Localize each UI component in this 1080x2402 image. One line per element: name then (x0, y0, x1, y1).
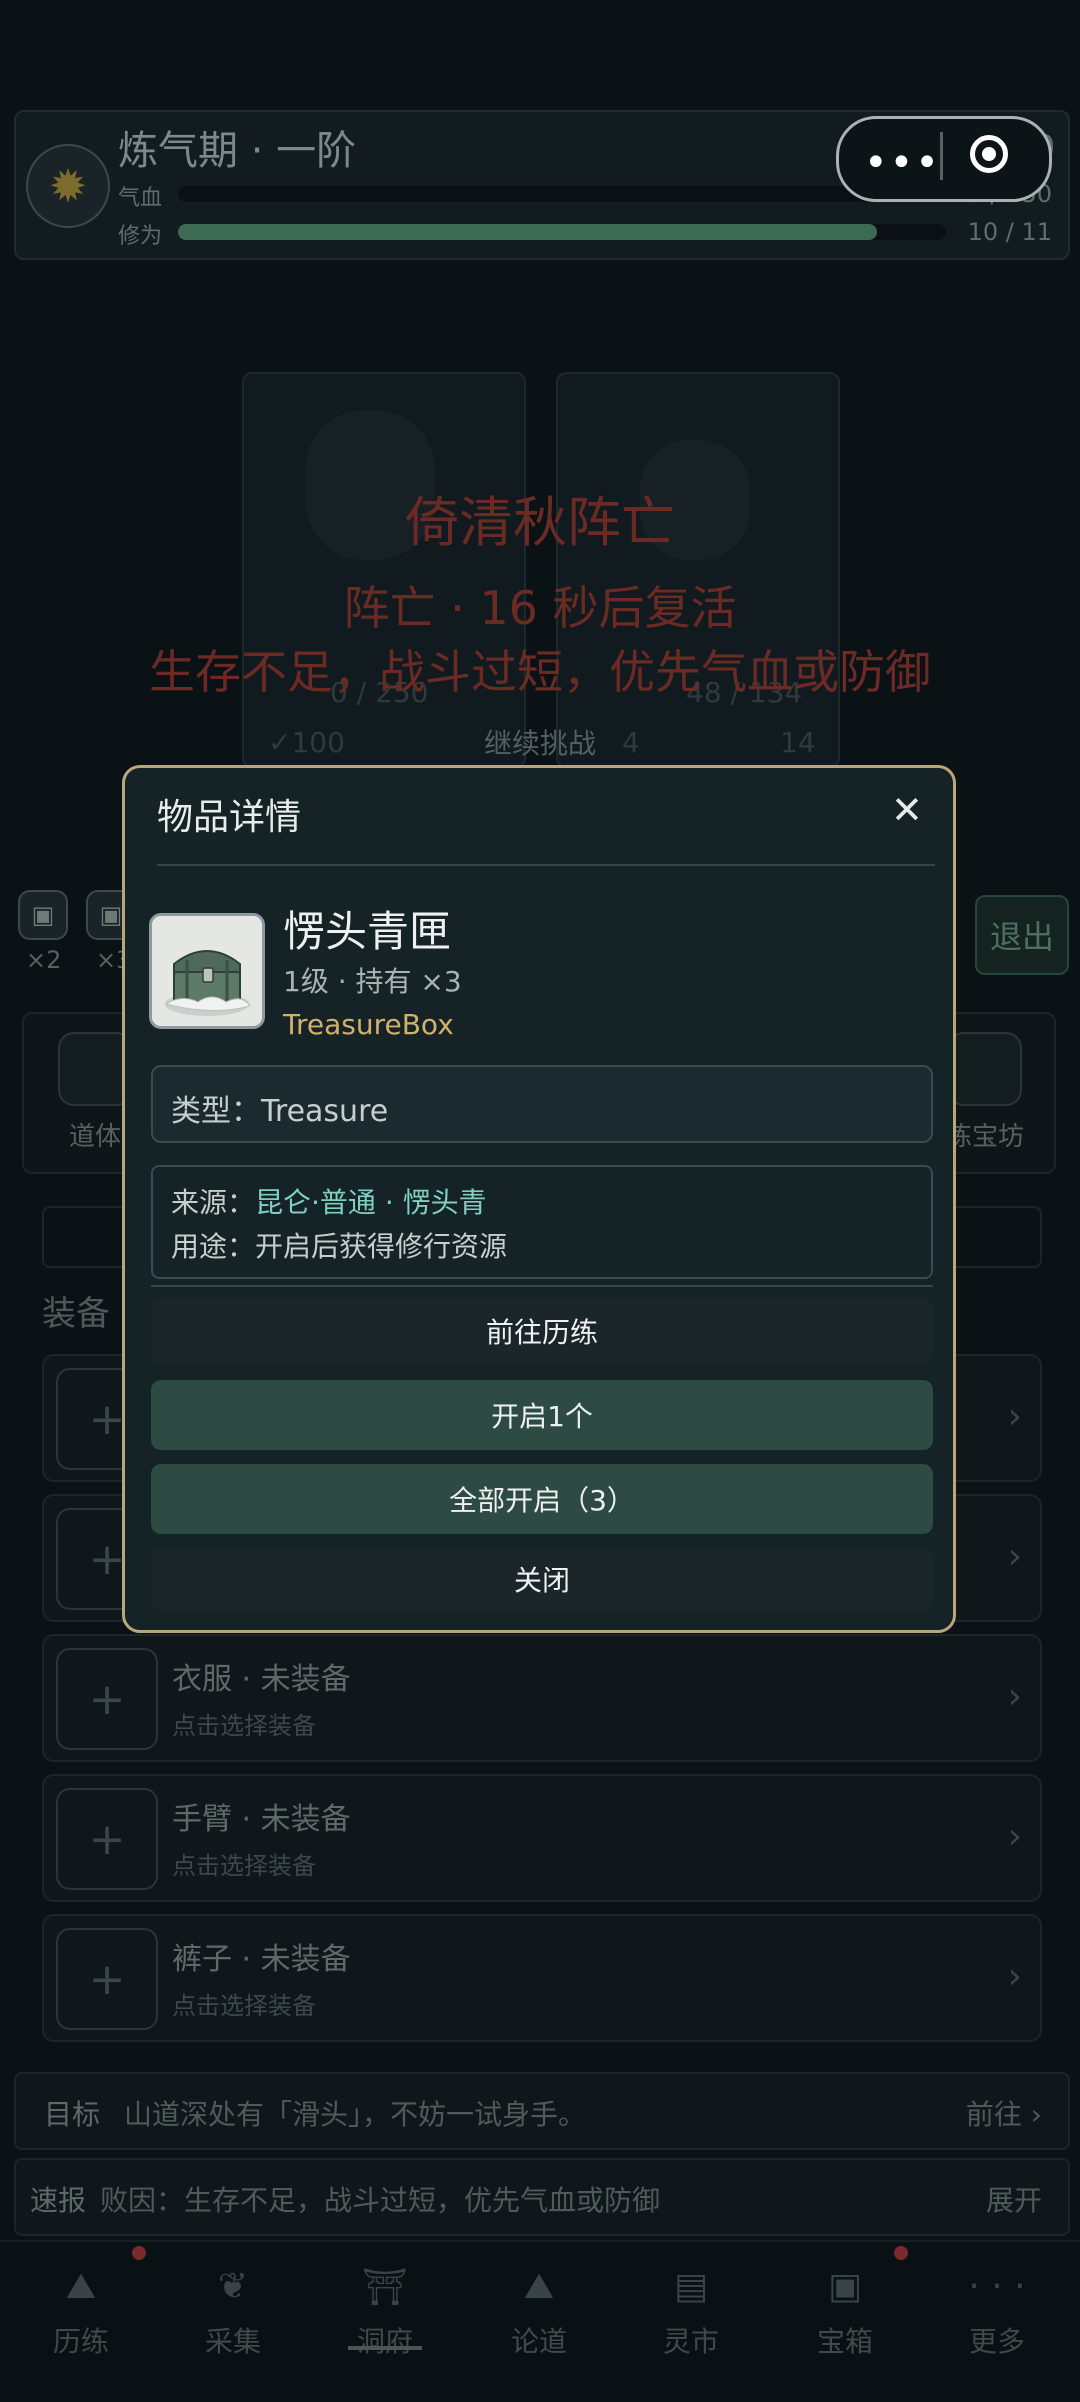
mountain-icon: ⛰ (65, 2266, 97, 2307)
chevron-right-icon: › (1007, 1536, 1022, 1577)
realm-title: 炼气期 · 一阶 (118, 128, 357, 174)
modal-title: 物品详情 (157, 797, 302, 838)
defeat-hint: 生存不足，战斗过短，优先气血或防御 (149, 645, 931, 699)
close-miniprogram-icon[interactable] (970, 135, 1008, 173)
nav-label: 宝箱 (816, 2325, 873, 2358)
xp-value: 10 / 11 (967, 218, 1052, 246)
item-detail-modal: 物品详情 ✕ 愣头青匣 1级 · 持有 ×3 TreasureBox 类型：Tr… (122, 765, 956, 1633)
close-icon[interactable]: ✕ (891, 788, 923, 832)
go-training-button[interactable]: 前往历练 (151, 1299, 933, 1363)
item-type-box: 类型：Treasure (151, 1065, 933, 1143)
equipment-slot-clothes[interactable]: + 衣服 · 未装备 点击选择装备 › (42, 1634, 1042, 1762)
goal-label: 目标 (44, 2098, 101, 2131)
usage-value: 开启后获得修行资源 (255, 1230, 508, 1263)
pavilion-icon: ⛩ (362, 2267, 408, 2308)
type-value: Treasure (261, 1094, 389, 1129)
report-label: 速报 (30, 2184, 87, 2217)
death-title: 倚清秋阵亡 (405, 491, 675, 554)
avatar[interactable]: ✹ (26, 144, 110, 228)
bag-count-1: ×2 (26, 946, 62, 974)
chest-icon[interactable]: ▣ (18, 890, 68, 940)
open-one-button[interactable]: 开启1个 (151, 1380, 933, 1450)
equipment-section-title: 装备 (42, 1294, 110, 1334)
item-class: TreasureBox (283, 1008, 454, 1041)
more-icon: · · · (968, 2266, 1026, 2307)
notification-dot (894, 2246, 908, 2260)
item-level-owned: 1级 · 持有 ×3 (283, 965, 462, 998)
market-icon: ▤ (673, 2266, 708, 2307)
nav-label: 灵市 (662, 2325, 719, 2358)
add-equipment-icon: + (56, 1928, 158, 2030)
item-name: 愣头青匣 (283, 907, 452, 956)
nav-item-chest[interactable]: ▣ 宝箱 (780, 2266, 910, 2360)
exit-button[interactable]: 退出 (975, 895, 1069, 975)
nav-item-gather[interactable]: ❦ 采集 (168, 2266, 298, 2360)
report-strip[interactable]: 速报 败因：生存不足，战斗过短，优先气血或防御 展开 (14, 2158, 1070, 2236)
nav-item-training[interactable]: ⛰ 历练 (16, 2266, 146, 2360)
item-info-box: 来源：昆仑·普通 · 愣头青 用途：开启后获得修行资源 (151, 1165, 933, 1279)
slot-subtitle: 点击选择装备 (172, 1712, 316, 1740)
report-text: 败因：生存不足，战斗过短，优先气血或防御 (100, 2184, 661, 2217)
chevron-right-icon: › (1007, 1396, 1022, 1437)
goal-text: 山道深处有「滑头」，不妨一试身手。 (124, 2098, 587, 2131)
xp-label: 修为 (118, 224, 163, 249)
xp-bar (178, 224, 946, 240)
source-value: 昆仑·普通 · 愣头青 (255, 1186, 487, 1219)
slot-subtitle: 点击选择装备 (172, 1852, 316, 1880)
divider (151, 1285, 933, 1287)
hp-label: 气血 (118, 186, 163, 211)
nav-label: 论道 (510, 2325, 567, 2358)
hp-bar (178, 186, 946, 202)
nav-label: 历练 (52, 2325, 109, 2358)
slot-subtitle: 点击选择装备 (172, 1992, 316, 2020)
open-all-button[interactable]: 全部开启（3） (151, 1464, 933, 1534)
right-stat: 14 (780, 726, 816, 759)
goal-strip[interactable]: 目标 山道深处有「滑头」，不妨一试身手。 前往 › (14, 2072, 1070, 2150)
mountain-icon: ⛰ (523, 2266, 555, 2307)
chest-icon: ▣ (827, 2266, 862, 2307)
bottom-nav: ⛰ 历练 ❦ 采集 ⛩ 洞府 ⛰ 论道 ▤ 灵市 ▣ 宝箱 · · · 更多 (0, 2240, 1080, 2402)
notification-dot (132, 2246, 146, 2260)
goal-go-link[interactable]: 前往 › (966, 2093, 1042, 2133)
close-button[interactable]: 关闭 (151, 1548, 933, 1610)
chevron-right-icon: › (1007, 1676, 1022, 1717)
nav-item-more[interactable]: · · · 更多 (932, 2266, 1062, 2360)
feature-forge-label: 炼宝坊 (945, 1122, 1024, 1152)
divider (157, 864, 935, 866)
nav-active-indicator (348, 2346, 422, 2350)
equipment-slot-pants[interactable]: + 裤子 · 未装备 点击选择装备 › (42, 1914, 1042, 2042)
add-equipment-icon: + (56, 1788, 158, 1890)
slot-title: 裤子 · 未装备 (172, 1942, 351, 1977)
nav-item-market[interactable]: ▤ 灵市 (626, 2266, 756, 2360)
source-label: 来源： (171, 1186, 256, 1219)
continue-challenge-button[interactable]: 继续挑战 (440, 722, 640, 770)
nav-label: 更多 (968, 2325, 1025, 2358)
left-stat: ✓100 (268, 726, 345, 759)
feature-daoti-label: 道体 (68, 1122, 121, 1152)
nav-item-discuss[interactable]: ⛰ 论道 (474, 2266, 604, 2360)
slot-title: 衣服 · 未装备 (172, 1662, 351, 1697)
equipment-slot-arms[interactable]: + 手臂 · 未装备 点击选择装备 › (42, 1774, 1042, 1902)
slot-title: 手臂 · 未装备 (172, 1802, 351, 1837)
nav-label: 采集 (204, 2325, 261, 2358)
nav-label: 洞府 (356, 2325, 413, 2358)
chevron-right-icon: › (1007, 1956, 1022, 1997)
forge-icon (948, 1032, 1022, 1106)
more-icon[interactable]: ••• (864, 140, 941, 186)
chevron-right-icon: › (1007, 1816, 1022, 1857)
usage-label: 用途： (171, 1230, 256, 1263)
revive-countdown: 阵亡 · 16 秒后复活 (343, 581, 737, 635)
report-expand-link[interactable]: 展开 (986, 2179, 1042, 2219)
herb-icon: ❦ (217, 2266, 249, 2307)
type-label: 类型： (171, 1094, 261, 1129)
capsule-divider (940, 132, 943, 180)
daoti-icon (58, 1032, 132, 1106)
xp-bar-fill (178, 224, 877, 240)
treasure-chest-icon (149, 913, 265, 1029)
add-equipment-icon: + (56, 1648, 158, 1750)
